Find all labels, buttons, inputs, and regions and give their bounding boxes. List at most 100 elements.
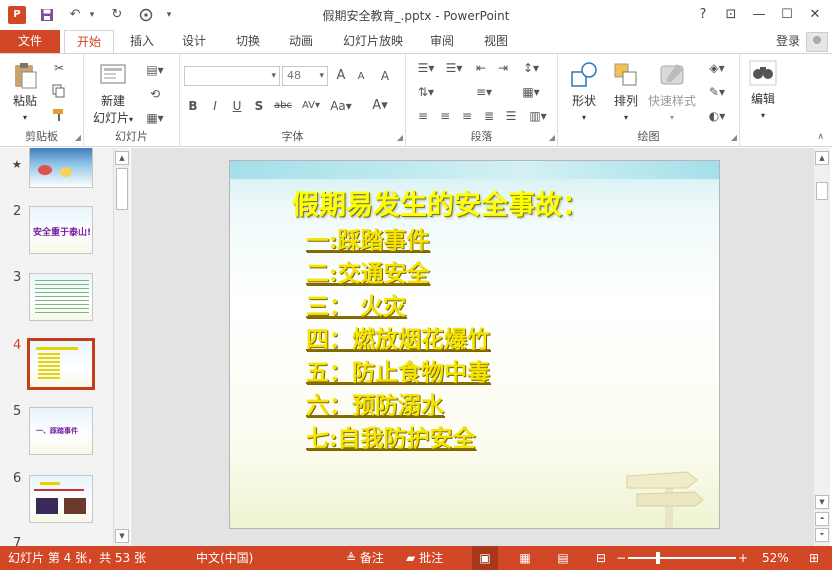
slide-thumbnail-5[interactable]: 一、踩踏事件 [29,407,93,455]
cut-button[interactable]: ✂ [50,60,68,76]
tab-slideshow[interactable]: 幻灯片放映 [336,30,410,53]
italic-button[interactable]: I [206,98,224,114]
strikethrough-button[interactable]: abc [272,98,294,114]
fit-slide-button[interactable]: ⊞ [802,546,826,570]
bold-button[interactable]: B [184,98,202,114]
notes-button[interactable]: ≜ 备注 [346,546,384,570]
thumbnails-scrollbar[interactable]: ▲ ▼ [114,148,130,546]
slide-thumbnail-6[interactable] [29,475,93,523]
shape-effects-button[interactable]: ◐▾ [704,108,730,124]
slide-list-item[interactable]: 七:自我防护安全 [306,419,476,453]
distributed-button[interactable]: ☰ [502,108,520,124]
scrollbar-thumb[interactable] [816,182,828,200]
align-right-button[interactable]: ≡ [458,108,476,124]
slide-thumbnail-3[interactable] [29,273,93,321]
maximize-button[interactable]: ☐ [772,3,802,27]
tab-view[interactable]: 视图 [476,30,516,53]
customize-qat-button[interactable]: ▾ [162,4,176,26]
zoom-slider[interactable] [628,557,736,559]
text-shadow-button[interactable]: S [250,98,268,114]
shape-fill-button[interactable]: ◈▾ [704,60,730,76]
slide-thumbnail-2[interactable]: 安全重于泰山! [29,206,93,254]
slide-list-item[interactable]: 一:踩踏事件 [306,221,430,255]
increase-indent-button[interactable]: ⇥ [494,60,512,76]
previous-slide-icon[interactable]: ⏶ [815,512,829,526]
slide-scrollbar[interactable]: ▲ ▼ ⏶ ⏷ [814,148,830,546]
layout-button[interactable]: ▤▾ [142,62,168,78]
character-spacing-button[interactable]: AV▾ [298,98,324,114]
decrease-indent-button[interactable]: ⇤ [472,60,490,76]
normal-view-button[interactable]: ▣ [472,546,498,570]
tab-transitions[interactable]: 切换 [228,30,268,53]
columns-button[interactable]: ▥▾ [526,108,550,124]
scroll-up-icon[interactable]: ▲ [815,151,829,165]
shrink-font-button[interactable]: A [352,69,370,85]
zoom-slider-handle[interactable] [656,552,660,564]
reading-view-button[interactable]: ▤ [552,546,574,570]
clear-formatting-button[interactable]: A [376,68,394,84]
align-center-button[interactable]: ≡ [436,108,454,124]
zoom-in-button[interactable]: + [738,546,748,570]
clipboard-launcher-icon[interactable]: ◢ [75,133,81,142]
slide-thumbnail-4[interactable] [27,338,95,390]
scroll-down-icon[interactable]: ▼ [115,529,129,543]
slide-list-item[interactable]: 六：预防溺水 [306,386,444,420]
font-color-button[interactable]: A▾ [368,98,392,114]
arrange-button[interactable]: 排列 ▾ [606,60,646,123]
slide-sorter-button[interactable]: ▦ [514,546,536,570]
tab-insert[interactable]: 插入 [122,30,162,53]
slideshow-button[interactable]: ⊟ [590,546,612,570]
tab-file[interactable]: 文件 [0,30,60,53]
undo-button[interactable]: ↶ [64,4,86,26]
tab-design[interactable]: 设计 [174,30,214,53]
smartart-button[interactable]: ▦▾ [518,84,544,100]
scroll-down-icon[interactable]: ▼ [815,495,829,509]
minimize-button[interactable]: — [744,3,774,27]
slide-title[interactable]: 假期易发生的安全事故： [292,183,589,222]
drawing-launcher-icon[interactable]: ◢ [731,133,737,142]
redo-button[interactable]: ↻ [106,4,128,26]
tab-animations[interactable]: 动画 [281,30,321,53]
save-button[interactable] [36,4,58,26]
zoom-level[interactable]: 52% [762,546,789,570]
close-button[interactable]: ✕ [800,3,830,27]
tab-review[interactable]: 审阅 [422,30,462,53]
help-button[interactable]: ? [688,3,718,27]
paragraph-launcher-icon[interactable]: ◢ [549,133,555,142]
line-spacing-button[interactable]: ↕▾ [518,60,544,76]
scroll-up-icon[interactable]: ▲ [115,151,129,165]
underline-button[interactable]: U [228,98,246,114]
font-launcher-icon[interactable]: ◢ [397,133,403,142]
slide-list-item[interactable]: 二:交通安全 [306,254,430,288]
undo-dropdown[interactable]: ▾ [86,4,98,26]
scrollbar-thumb[interactable] [116,168,128,210]
slide-list-item[interactable]: 四：燃放烟花爆竹 [306,320,490,354]
grow-font-button[interactable]: A [332,68,350,84]
language-status[interactable]: 中文(中国) [196,546,253,570]
editing-button[interactable]: 编辑 ▾ [744,58,782,121]
slide-list-item[interactable]: 五：防止食物中毒 [306,353,490,387]
bullets-button[interactable]: ☰▾ [414,60,438,76]
paste-button[interactable]: 粘贴 ▾ [6,60,44,123]
slide-thumbnail-1[interactable] [29,148,93,188]
next-slide-icon[interactable]: ⏷ [815,528,829,542]
touch-mode-button[interactable] [134,4,158,26]
align-left-button[interactable]: ≡ [414,108,432,124]
comments-button[interactable]: ▰ 批注 [406,546,443,570]
justify-button[interactable]: ≣ [480,108,498,124]
collapse-ribbon-icon[interactable]: ∧ [817,132,824,142]
text-direction-button[interactable]: ⇅▾ [414,84,438,100]
copy-button[interactable] [50,84,68,100]
font-name-combobox[interactable] [184,66,280,86]
ribbon-display-options-button[interactable]: ⊡ [716,3,746,27]
shape-outline-button[interactable]: ✎▾ [704,84,730,100]
zoom-out-button[interactable]: − [616,546,626,570]
reset-button[interactable]: ⟲ [142,86,168,102]
numbering-button[interactable]: ☰▾ [442,60,466,76]
avatar[interactable] [806,32,828,52]
sign-in-link[interactable]: 登录 [776,30,800,53]
align-text-button[interactable]: ≡▾ [472,84,496,100]
shapes-button[interactable]: 形状 ▾ [564,60,604,123]
current-slide[interactable]: 假期易发生的安全事故： 一:踩踏事件 二:交通安全 三： 火灾 四：燃放烟花爆竹… [229,160,720,529]
quick-styles-button[interactable]: 快速样式 ▾ [646,60,698,123]
